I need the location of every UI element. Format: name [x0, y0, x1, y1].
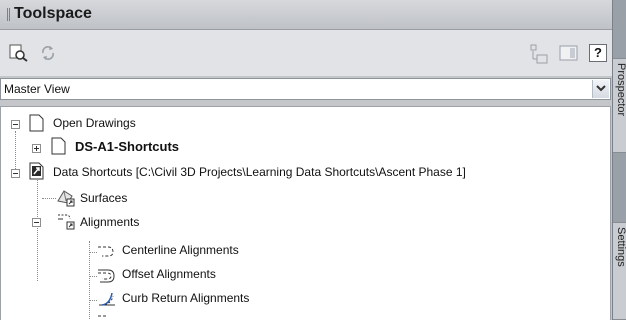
- view-dropdown-value: Master View: [4, 82, 70, 96]
- tab-settings-label: Settings: [615, 227, 626, 267]
- tab-prospector-label: Prospector: [615, 63, 626, 117]
- zoom-item-icon[interactable]: [9, 44, 29, 62]
- tree-item-current-drawing[interactable]: DS-A1-Shortcuts: [75, 139, 179, 154]
- tree-line: [42, 198, 56, 199]
- tree-item-surfaces[interactable]: Surfaces: [80, 191, 127, 205]
- toolbar: ?: [0, 30, 612, 76]
- refresh-icon[interactable]: [39, 44, 57, 62]
- tree-item-offset-alignments[interactable]: Offset Alignments: [122, 267, 216, 281]
- item-view-toggle-icon[interactable]: [529, 43, 551, 65]
- tree-item-centerline-alignments[interactable]: Centerline Alignments: [122, 243, 239, 257]
- curb-return-alignment-icon: [99, 292, 115, 306]
- palette-title-bar[interactable]: Toolspace: [0, 0, 612, 30]
- view-dropdown-button[interactable]: [592, 80, 609, 98]
- tab-settings[interactable]: Settings: [613, 222, 626, 320]
- expand-current-drawing[interactable]: [32, 144, 41, 153]
- drawing-file-icon: [51, 137, 66, 155]
- drag-grip-icon[interactable]: [7, 8, 10, 21]
- tree-item-open-drawings[interactable]: Open Drawings: [53, 116, 136, 130]
- tree-item-curb-return-alignments[interactable]: Curb Return Alignments: [122, 291, 249, 305]
- tree-line: [89, 252, 97, 253]
- tree-line: [89, 276, 97, 277]
- drawing-folder-icon: [29, 114, 44, 132]
- centerline-alignment-icon: [98, 246, 114, 257]
- alignments-shortcut-icon: [58, 214, 75, 230]
- tree-item-data-shortcuts[interactable]: Data Shortcuts [C:\Civil 3D Projects\Lea…: [53, 165, 466, 179]
- offset-alignment-icon: [98, 269, 115, 283]
- surface-shortcut-icon: [57, 190, 75, 207]
- prospector-tree: Open Drawings DS-A1-Shortcuts Data Short…: [0, 106, 611, 320]
- collapse-data-shortcuts[interactable]: [11, 169, 20, 178]
- chevron-down-icon: [596, 85, 606, 92]
- view-dropdown[interactable]: Master View: [0, 78, 611, 100]
- alignment-icon: [98, 315, 108, 317]
- tree-line: [89, 300, 97, 301]
- data-shortcuts-icon: [29, 162, 44, 180]
- help-icon[interactable]: ?: [589, 44, 607, 62]
- tab-prospector[interactable]: Prospector: [613, 58, 626, 153]
- tree-item-alignments[interactable]: Alignments: [80, 215, 139, 229]
- palette-title: Toolspace: [14, 5, 92, 22]
- side-tab-strip: Prospector Settings: [612, 0, 626, 320]
- collapse-alignments[interactable]: [32, 218, 41, 227]
- collapse-open-drawings[interactable]: [11, 120, 20, 129]
- list-view-toggle-icon[interactable]: [558, 43, 580, 63]
